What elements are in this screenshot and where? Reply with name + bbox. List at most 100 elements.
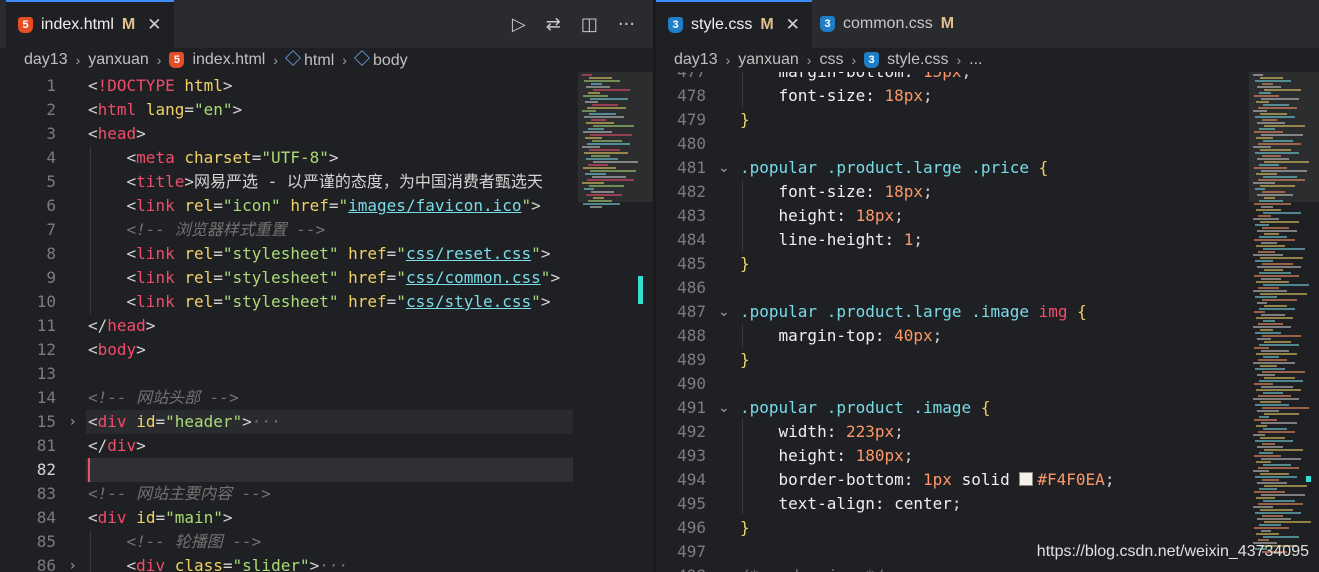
code-line[interactable]: 83 <!-- 网站主要内容 --> [0, 482, 653, 506]
minimap-line [1259, 416, 1269, 418]
line-number: 496 [677, 518, 706, 537]
code-line[interactable]: 2 <html lang="en"> [0, 98, 653, 122]
minimap-line [582, 146, 600, 148]
breadcrumb-item[interactable]: index.html [192, 51, 265, 69]
minimap-line [1256, 173, 1277, 175]
breadcrumb-item[interactable]: style.css [887, 51, 948, 69]
code-line[interactable]: 12 <body> [0, 338, 653, 362]
code-line[interactable]: 8 <link rel="stylesheet" href="css/reset… [0, 242, 653, 266]
minimap-line [1262, 371, 1305, 373]
tab-style-css[interactable]: 3 style.css M ✕ [656, 0, 812, 48]
minimap-line [1257, 410, 1279, 412]
close-icon[interactable]: ✕ [786, 15, 800, 35]
code-line[interactable]: 481 ⌄ .popular .product.large .price { [656, 156, 1319, 180]
code-line[interactable]: 484 line-height: 1; [656, 228, 1319, 252]
code-line[interactable]: 7 <!-- 浏览器样式重置 --> [0, 218, 653, 242]
minimap-line [1258, 359, 1287, 361]
code-editor[interactable]: 1 <!DOCTYPE html> 2 <html lang="en"> 3 <head>… [0, 72, 653, 572]
code-line[interactable]: 81 </div> [0, 434, 653, 458]
breadcrumb-item[interactable]: day13 [24, 51, 68, 69]
code-line[interactable]: 3 <head> [0, 122, 653, 146]
close-icon[interactable]: ✕ [147, 15, 161, 35]
code-line[interactable]: 488 margin-top: 40px; [656, 324, 1319, 348]
code-line[interactable]: 483 height: 18px; [656, 204, 1319, 228]
code-line[interactable]: 480 [656, 132, 1319, 156]
source-control-icon[interactable]: ⇄ [546, 14, 561, 35]
minimap-line [1253, 326, 1291, 328]
breadcrumb-item[interactable]: body [354, 49, 408, 70]
line-number: 498 [656, 564, 706, 572]
code-line[interactable]: 489} [656, 348, 1319, 372]
color-swatch[interactable] [1019, 472, 1034, 486]
minimap-line [1264, 161, 1309, 163]
breadcrumb-item[interactable]: yanxuan [88, 51, 149, 69]
code-line[interactable]: 487 ⌄ .popular .product.large .image img { [656, 300, 1319, 324]
breadcrumb-item[interactable]: css [819, 51, 843, 69]
minimap-line [1253, 218, 1279, 220]
chevron-down-icon[interactable]: ⌄ [718, 156, 730, 180]
more-icon[interactable]: ··· [618, 14, 635, 35]
line-number: 8 [46, 244, 56, 263]
minimap-line [1255, 440, 1293, 442]
code-line[interactable]: 82 [0, 458, 653, 482]
code-line[interactable]: 9 <link rel="stylesheet" href="css/commo… [0, 266, 653, 290]
code-line[interactable]: 1 <!DOCTYPE html> [0, 74, 653, 98]
line-number: 490 [677, 374, 706, 393]
code-line[interactable]: 5 <title>网易严选 - 以严谨的态度，为中国消费者甄选天 [0, 170, 653, 194]
code-line[interactable]: 494 border-bottom: 1px solid #F4F0EA; [656, 468, 1319, 492]
breadcrumb-item[interactable]: html [285, 49, 334, 70]
code-line[interactable]: 85 <!-- 轮播图 --> [0, 530, 653, 554]
code-line[interactable]: 498 /* endregion */ [656, 564, 1319, 572]
code-line[interactable]: 6 <link rel="icon" href="images/favicon.… [0, 194, 653, 218]
tab-common-css[interactable]: 3 common.css M [808, 0, 966, 48]
line-number: 83 [36, 484, 56, 503]
code-line[interactable]: 478 font-size: 18px; [656, 84, 1319, 108]
breadcrumb-item[interactable]: ... [969, 51, 982, 69]
minimap[interactable] [578, 72, 653, 572]
code-line[interactable]: 479} [656, 108, 1319, 132]
code-line[interactable]: 477 margin-bottom: 15px; [656, 72, 1319, 84]
run-icon[interactable]: ▷ [512, 14, 526, 35]
code-line[interactable]: 485} [656, 252, 1319, 276]
minimap-line [1255, 404, 1289, 406]
code-line[interactable]: 491 ⌄ .popular .product .image { [656, 396, 1319, 420]
minimap-line [590, 206, 602, 208]
left-editor-group: 5 index.html M ✕ ▷ ⇄ ◫ ··· day13 › yanxu… [0, 0, 653, 572]
minimap-line [1256, 461, 1271, 463]
code-line[interactable]: 492 width: 223px; [656, 420, 1319, 444]
code-line[interactable]: 10 <link rel="stylesheet" href="css/styl… [0, 290, 653, 314]
breadcrumb-item[interactable]: day13 [674, 51, 718, 69]
code-line[interactable]: 490 [656, 372, 1319, 396]
chevron-right-icon[interactable]: › [70, 554, 76, 572]
code-line[interactable]: 86 › <div class="slider">··· [0, 554, 653, 572]
minimap-line [582, 182, 604, 184]
tab-index-html[interactable]: 5 index.html M ✕ [6, 0, 174, 48]
minimap-line [1256, 533, 1279, 535]
minimap-line [1259, 128, 1275, 130]
chevron-right-icon[interactable]: › [70, 410, 76, 434]
code-text: border-bottom: 1px solid #F4F0EA; [740, 470, 1115, 489]
minimap-line [590, 98, 628, 100]
code-line[interactable]: 13 [0, 362, 653, 386]
code-text: .popular .product.large .price { [740, 158, 1049, 177]
minimap-line [1258, 539, 1269, 541]
code-line[interactable]: 495 text-align: center; [656, 492, 1319, 516]
minimap-line [585, 101, 598, 103]
code-line[interactable]: 486 [656, 276, 1319, 300]
code-line[interactable]: 4 <meta charset="UTF-8"> [0, 146, 653, 170]
code-line[interactable]: 14 <!-- 网站头部 --> [0, 386, 653, 410]
left-tab-bar: 5 index.html M ✕ ▷ ⇄ ◫ ··· [0, 0, 653, 49]
chevron-down-icon[interactable]: ⌄ [718, 300, 730, 324]
code-line[interactable]: 11 </head> [0, 314, 653, 338]
code-editor[interactable]: 477 margin-bottom: 15px;478 font-size: 1… [656, 72, 1319, 572]
code-line[interactable]: 482 font-size: 18px; [656, 180, 1319, 204]
code-line[interactable]: 84 <div id="main"> [0, 506, 653, 530]
breadcrumb-item[interactable]: yanxuan [738, 51, 799, 69]
chevron-down-icon[interactable]: ⌄ [718, 396, 730, 420]
code-line[interactable]: 493 height: 180px; [656, 444, 1319, 468]
code-line[interactable]: 496} [656, 516, 1319, 540]
minimap[interactable] [1249, 72, 1319, 572]
split-editor-icon[interactable]: ◫ [581, 14, 598, 35]
minimap-line [1258, 395, 1291, 397]
code-line[interactable]: 15 › <div id="header">··· [0, 410, 653, 434]
